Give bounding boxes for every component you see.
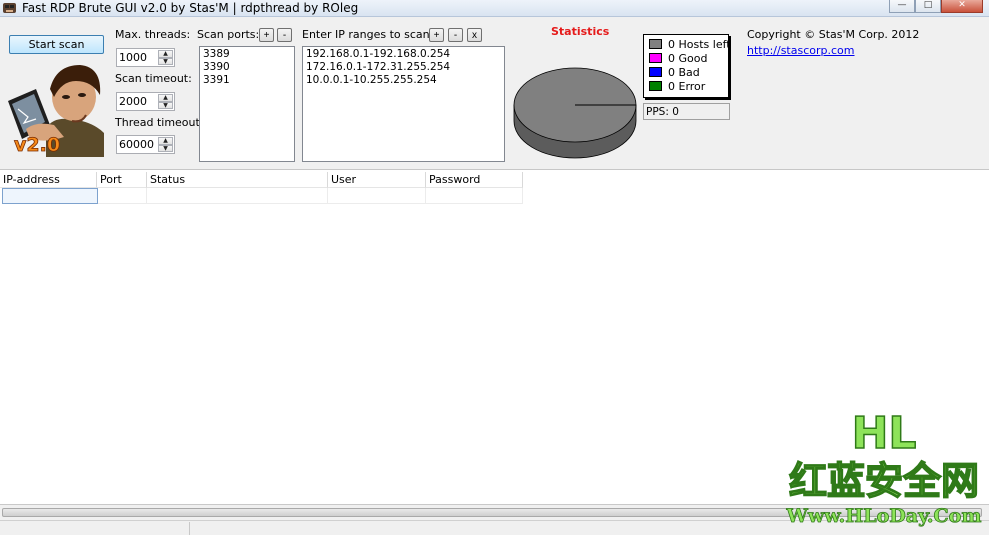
column-header-ip[interactable]: IP-address	[0, 172, 97, 188]
spin-down-icon[interactable]: ▼	[158, 57, 173, 65]
legend-swatch	[649, 39, 662, 49]
thread-timeout-spinner[interactable]: ▲▼	[116, 135, 175, 154]
legend-error: 0 Error	[649, 79, 706, 93]
title-bar: Fast RDP Brute GUI v2.0 by Stas'M | rdpt…	[0, 0, 989, 17]
spin-up-icon[interactable]: ▲	[158, 94, 173, 102]
ip-ranges-label: Enter IP ranges to scan:	[302, 28, 434, 41]
remove-port-button[interactable]: -	[277, 28, 292, 42]
thread-timeout-label: Thread timeout:	[115, 116, 204, 129]
settings-panel: Start scan v2.0 Max. threads: ▲▼ Scan ti…	[0, 17, 989, 169]
clear-ranges-button[interactable]: x	[467, 28, 482, 42]
add-port-button[interactable]: +	[259, 28, 274, 42]
legend-label: 0 Error	[668, 79, 706, 93]
spin-up-icon[interactable]: ▲	[158, 137, 173, 145]
window-controls: — □ ✕	[889, 0, 983, 13]
svg-text:Www.HLoDay.Com: Www.HLoDay.Com	[786, 505, 982, 527]
column-header-status[interactable]: Status	[147, 172, 328, 188]
svg-text:红蓝安全网: 红蓝安全网	[789, 459, 979, 503]
list-item[interactable]: 3390	[203, 61, 291, 74]
spin-down-icon[interactable]: ▼	[158, 101, 173, 109]
list-item[interactable]: 3391	[203, 74, 291, 87]
spin-down-icon[interactable]: ▼	[158, 144, 173, 152]
scan-timeout-spinner[interactable]: ▲▼	[116, 92, 175, 111]
legend-good: 0 Good	[649, 51, 708, 65]
max-threads-spinner[interactable]: ▲▼	[116, 48, 175, 67]
table-cell[interactable]	[98, 188, 147, 204]
statistics-legend: 0 Hosts left 0 Good 0 Bad 0 Error	[643, 34, 731, 98]
legend-hosts-left: 0 Hosts left	[649, 37, 731, 51]
copyright-text: Copyright © Stas'M Corp. 2012	[747, 28, 920, 41]
list-item[interactable]: 10.0.0.1-10.255.255.254	[306, 74, 501, 87]
legend-swatch	[649, 53, 662, 63]
status-panel	[0, 522, 190, 535]
maximize-button[interactable]: □	[915, 0, 941, 13]
list-item[interactable]: 192.168.0.1-192.168.0.254	[306, 48, 501, 61]
legend-swatch	[649, 81, 662, 91]
table-cell-selected[interactable]	[2, 188, 98, 204]
spin-up-icon[interactable]: ▲	[158, 50, 173, 58]
pps-readout: PPS: 0	[643, 103, 730, 120]
add-range-button[interactable]: +	[429, 28, 444, 42]
ports-list[interactable]: 3389 3390 3391	[199, 46, 295, 162]
remove-range-button[interactable]: -	[448, 28, 463, 42]
legend-bad: 0 Bad	[649, 65, 700, 79]
svg-text:HL: HL	[852, 408, 917, 459]
scan-timeout-input[interactable]	[119, 94, 157, 109]
scan-ports-label: Scan ports:	[197, 28, 260, 41]
legend-label: 0 Hosts left	[668, 37, 731, 51]
max-threads-label: Max. threads:	[115, 28, 191, 41]
scan-timeout-label: Scan timeout:	[115, 72, 192, 85]
legend-swatch	[649, 67, 662, 77]
table-cell[interactable]	[426, 188, 523, 204]
max-threads-input[interactable]	[119, 50, 157, 65]
list-item[interactable]: 172.16.0.1-172.31.255.254	[306, 61, 501, 74]
table-cell[interactable]	[328, 188, 426, 204]
app-icon	[3, 3, 16, 13]
column-header-port[interactable]: Port	[97, 172, 147, 188]
minimize-button[interactable]: —	[889, 0, 915, 13]
close-button[interactable]: ✕	[941, 0, 983, 13]
legend-label: 0 Good	[668, 51, 708, 65]
legend-label: 0 Bad	[668, 65, 700, 79]
list-item[interactable]: 3389	[203, 48, 291, 61]
start-scan-button[interactable]: Start scan	[9, 35, 104, 54]
column-header-user[interactable]: User	[328, 172, 426, 188]
statistics-title: Statistics	[551, 25, 610, 38]
watermark-logo: HL 红蓝安全网 Www.HLoDay.Com	[785, 408, 982, 527]
logo-version-badge: v2.0	[14, 134, 60, 156]
app-logo-image: v2.0	[6, 59, 106, 157]
statistics-pie-chart	[513, 67, 637, 159]
window-title: Fast RDP Brute GUI v2.0 by Stas'M | rdpt…	[22, 1, 359, 15]
column-header-password[interactable]: Password	[426, 172, 523, 188]
ip-ranges-list[interactable]: 192.168.0.1-192.168.0.254 172.16.0.1-172…	[302, 46, 505, 162]
thread-timeout-input[interactable]	[119, 137, 157, 152]
website-link[interactable]: http://stascorp.com	[747, 44, 855, 57]
table-cell[interactable]	[147, 188, 328, 204]
